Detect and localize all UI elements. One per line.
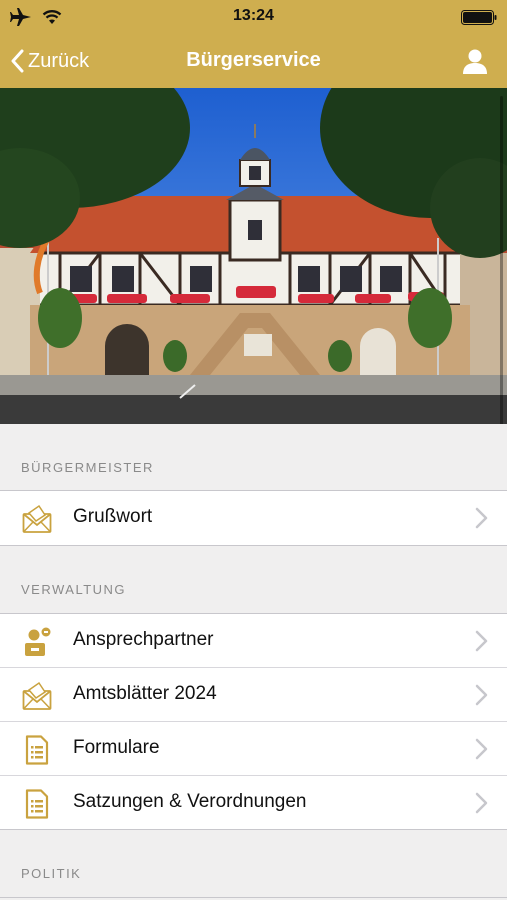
section-header-verwaltung: VERWALTUNG <box>21 582 127 597</box>
battery-icon <box>461 10 497 25</box>
envelope-letter-icon <box>22 681 52 710</box>
document-icon <box>25 789 49 819</box>
list-item-label: Amtsblätter 2024 <box>73 683 217 704</box>
list-item-amtsblaetter[interactable]: Amtsblätter 2024 <box>0 668 507 722</box>
divider <box>0 545 507 546</box>
chevron-right-icon <box>475 792 488 814</box>
chevron-left-icon <box>11 49 24 73</box>
list-item-label: Ansprechpartner <box>73 629 214 650</box>
back-label: Zurück <box>28 49 90 72</box>
envelope-letter-icon <box>22 504 52 533</box>
person-icon[interactable] <box>461 47 489 75</box>
list-item-grusswort[interactable]: Grußwort <box>0 491 507 545</box>
list-item-formulare[interactable]: Formulare <box>0 722 507 776</box>
navigation-bar: Zurück Bürgerservice <box>0 34 507 88</box>
list-item-ansprechpartner[interactable]: Ansprechpartner <box>0 614 507 668</box>
service-list: BÜRGERMEISTER Grußwort VERWALTUNG Anspre… <box>0 424 507 900</box>
chevron-right-icon <box>475 684 488 706</box>
list-item-label: Satzungen & Verordnungen <box>73 791 307 812</box>
divider <box>0 829 507 830</box>
list-item-satzungen[interactable]: Satzungen & Verordnungen <box>0 776 507 830</box>
page-title: Bürgerservice <box>186 49 321 71</box>
section-header-politik: POLITIK <box>21 866 82 881</box>
chevron-right-icon <box>475 507 488 529</box>
list-item-label: Grußwort <box>73 506 153 527</box>
contact-person-icon <box>25 627 51 656</box>
document-icon <box>25 735 49 765</box>
back-button[interactable]: Zurück <box>10 45 89 77</box>
status-bar: 13:24 <box>0 0 507 34</box>
chevron-right-icon <box>475 738 488 760</box>
status-time: 13:24 <box>233 7 274 24</box>
town-hall-photo <box>0 88 507 424</box>
list-item-label: Formulare <box>73 737 160 758</box>
chevron-right-icon <box>475 630 488 652</box>
section-header-buergermeister: BÜRGERMEISTER <box>21 460 154 475</box>
divider <box>0 897 507 898</box>
